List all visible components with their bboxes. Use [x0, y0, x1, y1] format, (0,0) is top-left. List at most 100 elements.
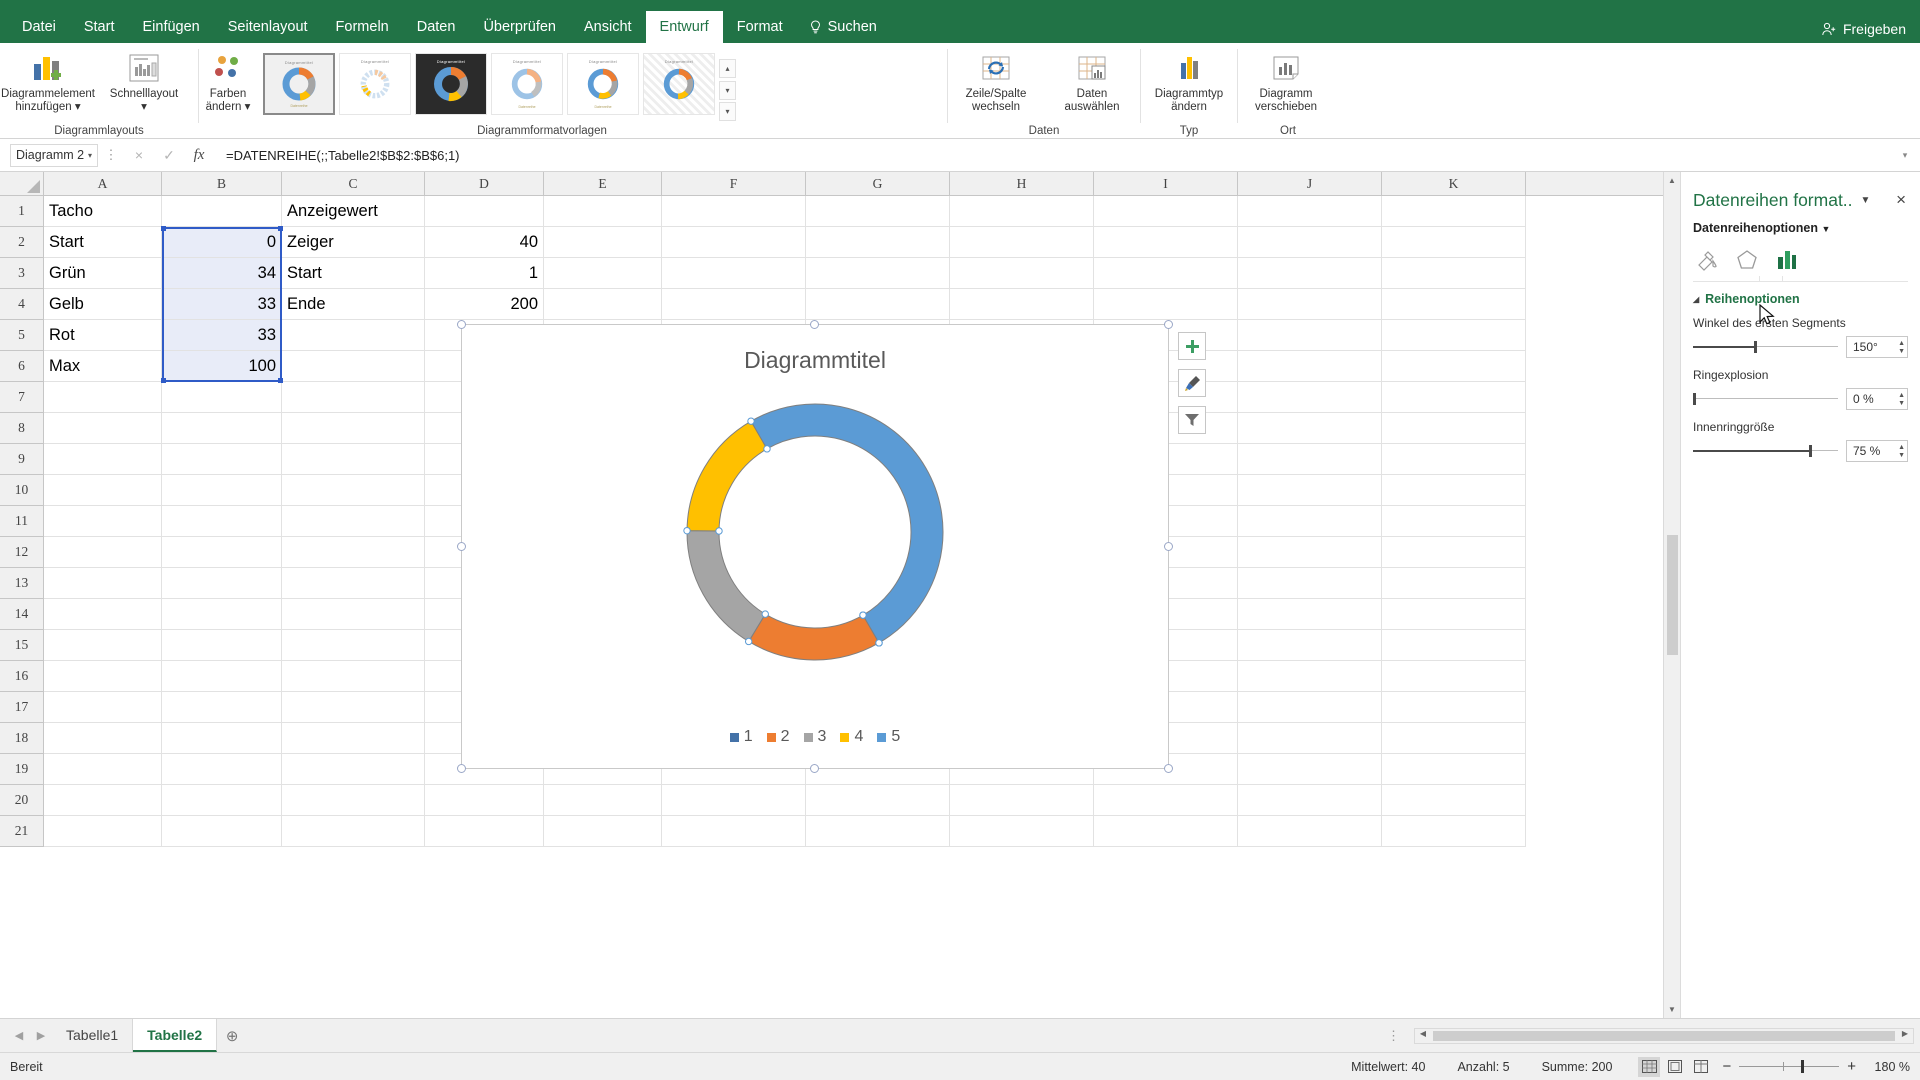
subtitle-chevron-down-icon[interactable]: ▼: [1822, 224, 1831, 234]
cell-E1[interactable]: [544, 196, 662, 227]
status-sum[interactable]: Summe: 200: [1526, 1060, 1629, 1074]
cell-D2[interactable]: 40: [425, 227, 544, 258]
series-selection-handle[interactable]: [761, 610, 769, 618]
zoom-level[interactable]: 180 %: [1864, 1060, 1910, 1074]
doughnut-explosion-input[interactable]: 0 % ▲ ▼: [1846, 388, 1908, 410]
cell-C20[interactable]: [282, 785, 425, 816]
cell-G1[interactable]: [806, 196, 950, 227]
status-average[interactable]: Mittelwert: 40: [1335, 1060, 1441, 1074]
cell-C9[interactable]: [282, 444, 425, 475]
add-chart-element-button[interactable]: Diagrammelement hinzufügen ▾: [0, 47, 96, 114]
cell-H1[interactable]: [950, 196, 1094, 227]
change-colors-button[interactable]: Farben ändern ▾: [199, 47, 257, 114]
cell-H2[interactable]: [950, 227, 1094, 258]
cell-C7[interactable]: [282, 382, 425, 413]
cell-C18[interactable]: [282, 723, 425, 754]
cell-B5[interactable]: 33: [162, 320, 282, 351]
cell-C15[interactable]: [282, 630, 425, 661]
chart-handle-sw[interactable]: [457, 764, 466, 773]
cell-G2[interactable]: [806, 227, 950, 258]
ribbon-tab-formeln[interactable]: Formeln: [322, 11, 403, 43]
doughnut-segment-5[interactable]: [750, 403, 944, 644]
cell-J14[interactable]: [1238, 599, 1382, 630]
cell-C5[interactable]: [282, 320, 425, 351]
cell-D1[interactable]: [425, 196, 544, 227]
cell-G20[interactable]: [806, 785, 950, 816]
cell-J20[interactable]: [1238, 785, 1382, 816]
chart-style-thumb-1[interactable]: Diagrammtitel Datenreihe: [263, 53, 335, 115]
cell-A12[interactable]: [44, 537, 162, 568]
sheet-tab-tabelle1[interactable]: Tabelle1: [52, 1019, 134, 1052]
row-header-4[interactable]: 4: [0, 289, 44, 320]
row-header-5[interactable]: 5: [0, 320, 44, 351]
page-layout-view-button[interactable]: [1664, 1057, 1686, 1077]
ribbon-tab-format[interactable]: Format: [723, 11, 797, 43]
zoom-slider[interactable]: [1739, 1060, 1840, 1073]
row-header-13[interactable]: 13: [0, 568, 44, 599]
cell-A21[interactable]: [44, 816, 162, 847]
cell-J5[interactable]: [1238, 320, 1382, 351]
cell-B4[interactable]: 33: [162, 289, 282, 320]
cell-F2[interactable]: [662, 227, 806, 258]
cell-B9[interactable]: [162, 444, 282, 475]
cell-K15[interactable]: [1382, 630, 1526, 661]
page-break-view-button[interactable]: [1690, 1057, 1712, 1077]
chart-handle-se[interactable]: [1164, 764, 1173, 773]
cell-A18[interactable]: [44, 723, 162, 754]
cell-B7[interactable]: [162, 382, 282, 413]
cell-F20[interactable]: [662, 785, 806, 816]
row-header-9[interactable]: 9: [0, 444, 44, 475]
cell-E21[interactable]: [544, 816, 662, 847]
cell-A13[interactable]: [44, 568, 162, 599]
insert-function-icon[interactable]: fx: [184, 147, 214, 164]
cell-J10[interactable]: [1238, 475, 1382, 506]
cell-B20[interactable]: [162, 785, 282, 816]
cell-J13[interactable]: [1238, 568, 1382, 599]
cell-B14[interactable]: [162, 599, 282, 630]
chart-handle-n[interactable]: [810, 320, 819, 329]
cell-H4[interactable]: [950, 289, 1094, 320]
series-selection-handle[interactable]: [683, 526, 691, 535]
cell-B17[interactable]: [162, 692, 282, 723]
cell-K17[interactable]: [1382, 692, 1526, 723]
row-header-2[interactable]: 2: [0, 227, 44, 258]
series-selection-handle[interactable]: [859, 611, 867, 619]
cell-E3[interactable]: [544, 258, 662, 289]
ribbon-tab-ueberpruefen[interactable]: Überprüfen: [469, 11, 570, 43]
row-header-12[interactable]: 12: [0, 537, 44, 568]
cell-B8[interactable]: [162, 413, 282, 444]
column-header-a[interactable]: A: [44, 172, 162, 195]
cell-F1[interactable]: [662, 196, 806, 227]
column-header-c[interactable]: C: [282, 172, 425, 195]
row-header-20[interactable]: 20: [0, 785, 44, 816]
cell-B2[interactable]: 0: [162, 227, 282, 258]
cell-A3[interactable]: Grün: [44, 258, 162, 289]
cell-K12[interactable]: [1382, 537, 1526, 568]
cell-K1[interactable]: [1382, 196, 1526, 227]
select-data-button[interactable]: Daten auswählen: [1044, 47, 1140, 114]
sheet-prev-icon[interactable]: ◀: [8, 1029, 30, 1042]
task-pane-close-icon[interactable]: ×: [1896, 190, 1906, 210]
ribbon-tab-seitenlayout[interactable]: Seitenlayout: [214, 11, 322, 43]
cell-I2[interactable]: [1094, 227, 1238, 258]
share-button[interactable]: Freigeben: [1821, 21, 1906, 37]
cell-J6[interactable]: [1238, 351, 1382, 382]
gallery-scroll-buttons[interactable]: ▴ ▾ ▾: [719, 59, 736, 121]
cell-J2[interactable]: [1238, 227, 1382, 258]
gallery-scroll-up[interactable]: ▴: [719, 59, 736, 78]
row-header-18[interactable]: 18: [0, 723, 44, 754]
cell-J16[interactable]: [1238, 661, 1382, 692]
horizontal-scrollbar[interactable]: ◀ ▶: [1414, 1027, 1914, 1044]
formula-input[interactable]: =DATENREIHE(;;Tabelle2!$B$2:$B$6;1): [214, 148, 1894, 163]
add-sheet-icon[interactable]: ⊕: [217, 1027, 247, 1045]
cell-B21[interactable]: [162, 816, 282, 847]
ribbon-tab-start[interactable]: Start: [70, 11, 129, 43]
cell-B3[interactable]: 34: [162, 258, 282, 289]
cell-A17[interactable]: [44, 692, 162, 723]
cell-K20[interactable]: [1382, 785, 1526, 816]
cell-A5[interactable]: Rot: [44, 320, 162, 351]
cell-K8[interactable]: [1382, 413, 1526, 444]
column-header-j[interactable]: J: [1238, 172, 1382, 195]
chart-filters-button[interactable]: [1178, 406, 1206, 434]
cell-B10[interactable]: [162, 475, 282, 506]
